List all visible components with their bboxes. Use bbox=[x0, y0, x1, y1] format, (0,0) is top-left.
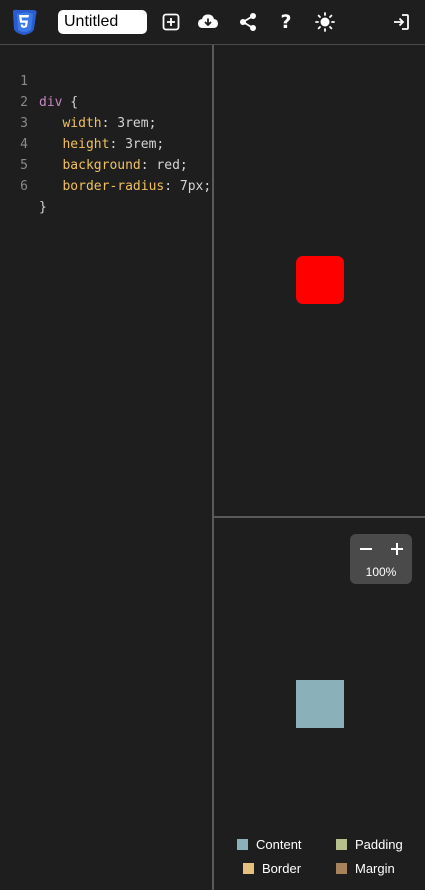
help-button[interactable]: ? bbox=[274, 10, 298, 34]
line-number: 6 bbox=[20, 179, 28, 194]
legend-item-border: Border bbox=[243, 860, 301, 876]
code-line: 6 } bbox=[0, 155, 212, 215]
css-value: 7px; bbox=[179, 179, 212, 194]
legend-swatch bbox=[336, 838, 347, 850]
legend-swatch bbox=[237, 838, 248, 850]
legend-label: Content bbox=[256, 836, 302, 852]
login-icon bbox=[394, 14, 409, 30]
toolbar: ? bbox=[0, 0, 425, 44]
legend-swatch bbox=[336, 862, 347, 874]
css3-logo-icon[interactable] bbox=[9, 8, 39, 36]
code-punctuation: } bbox=[39, 200, 47, 215]
legend-swatch bbox=[243, 862, 254, 874]
share-button[interactable] bbox=[236, 10, 260, 34]
add-file-button[interactable] bbox=[159, 10, 183, 34]
legend-item-margin: Margin bbox=[336, 860, 395, 876]
cloud-download-icon bbox=[198, 14, 218, 28]
box-model-pane: 100% Content Padding Border Margin bbox=[214, 518, 425, 890]
preview-pane bbox=[214, 45, 425, 516]
code-line: 4 background: red; bbox=[0, 113, 212, 173]
css-property: border-radius bbox=[62, 179, 165, 194]
add-file-icon bbox=[162, 13, 180, 31]
zoom-in-button[interactable] bbox=[385, 537, 409, 561]
legend-label: Border bbox=[262, 860, 302, 876]
code-line: 3 height: 3rem; bbox=[0, 92, 212, 152]
legend-label: Margin bbox=[355, 860, 395, 876]
legend-label: Padding bbox=[355, 836, 403, 852]
zoom-controls: 100% bbox=[350, 534, 412, 584]
zoom-out-button[interactable] bbox=[354, 537, 378, 561]
code-punctuation: : bbox=[164, 179, 180, 194]
code-line: 1 div { bbox=[0, 50, 212, 110]
theme-sun-icon bbox=[315, 12, 335, 32]
download-button[interactable] bbox=[196, 10, 220, 34]
legend-item-content: Content bbox=[237, 836, 302, 852]
share-icon bbox=[240, 13, 256, 31]
zoom-level: 100% bbox=[365, 565, 397, 579]
code-line: 5 border-radius: 7px; bbox=[0, 134, 212, 194]
login-button[interactable] bbox=[389, 10, 413, 34]
legend-item-padding: Padding bbox=[336, 836, 403, 852]
code-line: 2 width: 3rem; bbox=[0, 71, 212, 131]
preview-element bbox=[296, 256, 344, 304]
box-model-content bbox=[296, 680, 344, 728]
plus-icon bbox=[391, 543, 403, 555]
minus-icon bbox=[360, 548, 372, 550]
title-input[interactable] bbox=[58, 10, 147, 34]
theme-toggle-button[interactable] bbox=[313, 10, 337, 34]
code-editor[interactable]: 1 div { 2 width: 3rem; 3 height: 3rem; 4… bbox=[0, 45, 212, 890]
help-icon: ? bbox=[280, 11, 292, 33]
